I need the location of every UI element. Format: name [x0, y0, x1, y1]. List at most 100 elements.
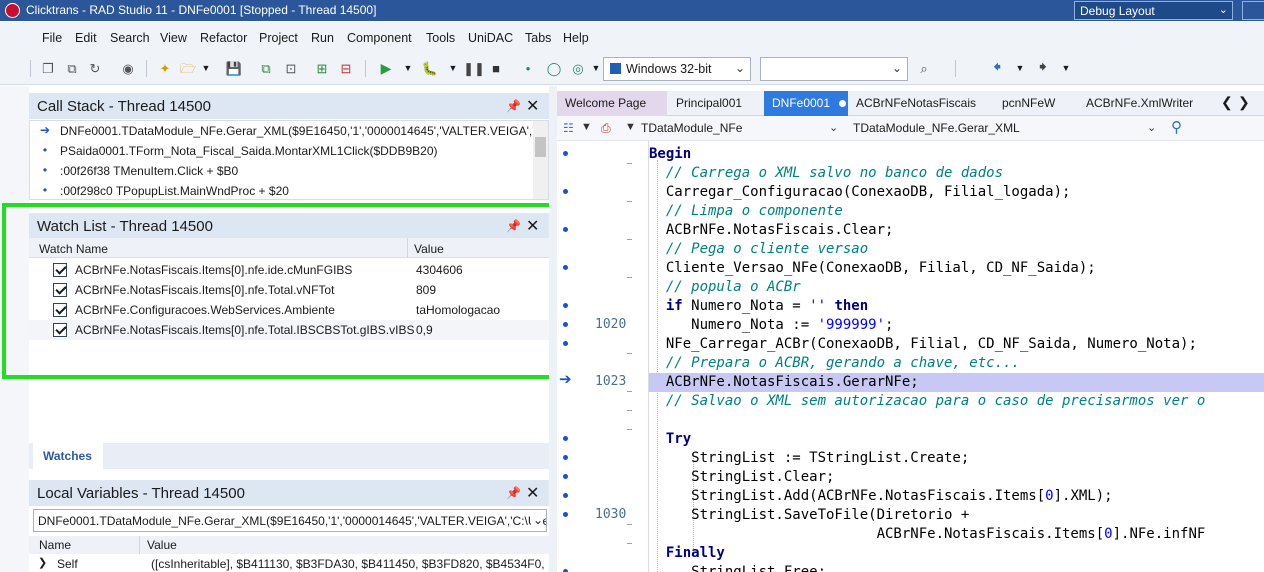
windows-icon[interactable]: ⧉	[64, 60, 80, 76]
back-arrow-icon[interactable]: 🠸	[989, 60, 1005, 76]
tab-welcome-page[interactable]: Welcome Page	[557, 91, 667, 116]
copy-icon[interactable]: ❐	[40, 60, 56, 76]
run-icon[interactable]: ▶	[378, 60, 394, 76]
tab-scroll-right-icon[interactable]: ❯	[1238, 94, 1250, 111]
tab-dnfe0001[interactable]: DNFe0001	[764, 91, 848, 116]
method-combo[interactable]: TDataModule_NFe.Gerar_XML	[853, 121, 1020, 135]
menu-component[interactable]: Component	[347, 31, 412, 45]
editor-gutter[interactable]: 1020 ➔ 1023 1030	[557, 141, 648, 572]
refresh-icon[interactable]: ↻	[87, 60, 103, 76]
watch-value-column[interactable]: Value	[414, 242, 444, 256]
breakpoint-dot-icon[interactable]	[563, 189, 568, 194]
call-stack-frame[interactable]: ➔ DNFe0001.TDataModule_NFe.Gerar_XML($9E…	[30, 121, 535, 141]
call-stack-frame[interactable]: • :00f26f38 TMenuItem.Click + $B0	[30, 161, 535, 181]
layout-combo[interactable]: Debug Layout ⌄	[1074, 1, 1233, 20]
chevron-down-icon[interactable]: ⌄	[829, 121, 838, 134]
watch-enabled-checkbox[interactable]	[53, 263, 67, 277]
chevron-down-icon[interactable]: ▼	[588, 60, 604, 76]
local-name-column[interactable]: Name	[39, 538, 71, 552]
watch-row[interactable]: ACBrNFe.NotasFiscais.Items[0].nfe.Total.…	[29, 280, 549, 300]
local-value-column[interactable]: Value	[147, 538, 177, 552]
code-editor[interactable]: Begin // Carrega o XML salvo no banco de…	[649, 141, 1264, 572]
breakpoint-dot-icon[interactable]	[563, 303, 568, 308]
watch-row[interactable]: ACBrNFe.Configuracoes.WebServices.Ambien…	[29, 300, 549, 320]
breakpoint-dot-icon[interactable]	[563, 265, 568, 270]
breakpoint-dot-icon[interactable]	[563, 151, 568, 156]
column-divider[interactable]	[407, 238, 408, 258]
scroll-thumb[interactable]	[535, 137, 546, 157]
open-folder-icon[interactable]: 🗁	[180, 60, 196, 76]
step-over-icon[interactable]: ◯	[546, 60, 562, 76]
menu-file[interactable]: File	[42, 31, 62, 45]
menu-unidac[interactable]: UniDAC	[468, 31, 513, 45]
tab-acbrnfenotasfiscais[interactable]: ACBrNFeNotasFiscais	[848, 91, 992, 116]
close-icon[interactable]: ✕	[526, 483, 539, 503]
menu-edit[interactable]: Edit	[75, 31, 97, 45]
menu-refactor[interactable]: Refactor	[200, 31, 247, 45]
chevron-down-icon[interactable]: ▼	[625, 121, 636, 133]
save-icon[interactable]: 💾	[226, 60, 242, 76]
panel-splitter[interactable]	[549, 86, 557, 572]
chevron-down-icon[interactable]: ▼	[445, 60, 461, 76]
forward-arrow-icon[interactable]: 🠺	[1035, 60, 1051, 76]
pin-icon[interactable]: 📌	[506, 486, 521, 500]
search-box[interactable]	[1242, 1, 1264, 20]
run-to-cursor-icon[interactable]: ◎	[570, 60, 586, 76]
watch-enabled-checkbox[interactable]	[53, 283, 67, 297]
expand-chevron-icon[interactable]: ❯	[38, 556, 47, 569]
menu-tabs[interactable]: Tabs	[525, 31, 551, 45]
tab-acbrnfe-xmlwriter[interactable]: ACBrNFe.XmlWriter	[1078, 91, 1208, 116]
new-file-icon[interactable]: ✦	[157, 60, 173, 76]
pin-icon[interactable]: 📌	[506, 219, 521, 233]
menu-run[interactable]: Run	[311, 31, 334, 45]
platform-combo[interactable]: Windows 32-bit ⌄	[603, 57, 751, 81]
chevron-down-icon[interactable]: ▼	[198, 60, 214, 76]
menu-help[interactable]: Help	[563, 31, 589, 45]
breakpoint-dot-icon[interactable]	[563, 322, 568, 327]
printer-icon[interactable]: ⎙	[601, 121, 611, 136]
structure-icon[interactable]: ☷	[563, 121, 574, 135]
menu-search[interactable]: Search	[110, 31, 150, 45]
breakpoint-dot-icon[interactable]	[563, 436, 568, 441]
add-file-icon[interactable]: ⊞	[314, 60, 330, 76]
pause-icon[interactable]: ❚❚	[463, 60, 485, 76]
save-all-icon[interactable]: ⧉	[258, 60, 274, 76]
watch-enabled-checkbox[interactable]	[53, 303, 67, 317]
watch-row[interactable]: ACBrNFe.NotasFiscais.Items[0].nfe.Total.…	[29, 320, 549, 340]
tab-pcnnfew[interactable]: pcnNFeW	[994, 91, 1078, 116]
watch-row[interactable]: ACBrNFe.NotasFiscais.Items[0].nfe.ide.cM…	[29, 260, 549, 280]
run-debug-icon[interactable]: 🐛	[422, 60, 438, 76]
menu-project[interactable]: Project	[259, 31, 298, 45]
stack-frame-combo[interactable]: DNFe0001.TDataModule_NFe.Gerar_XML($9E16…	[33, 509, 547, 532]
breakpoint-dot-icon[interactable]	[563, 227, 568, 232]
column-divider[interactable]	[139, 536, 140, 554]
tab-principal001[interactable]: Principal001	[668, 91, 763, 116]
find-in-files-icon[interactable]: ⌕	[916, 60, 932, 76]
search-icon[interactable]: ⚲	[1171, 118, 1182, 136]
local-variable-row[interactable]: ❯ Self ([csInheritable], $B411130, $B3FD…	[29, 555, 558, 572]
breakpoint-dot-icon[interactable]	[563, 493, 568, 498]
watch-name-column[interactable]: Watch Name	[39, 242, 108, 256]
chevron-down-icon[interactable]: ⌄	[1147, 121, 1156, 134]
breakpoint-dot-icon[interactable]	[563, 512, 568, 517]
tab-scroll-left-icon[interactable]: ❮	[1221, 94, 1233, 111]
class-combo[interactable]: TDataModule_NFe	[641, 121, 742, 135]
call-stack-frame[interactable]: • PSaida0001.TForm_Nota_Fiscal_Saida.Mon…	[30, 141, 535, 161]
menu-tools[interactable]: Tools	[426, 31, 455, 45]
pin-icon[interactable]: 📌	[506, 99, 521, 113]
close-icon[interactable]: ✕	[526, 96, 539, 116]
chevron-down-icon[interactable]: ▼	[1058, 60, 1074, 76]
configuration-combo[interactable]: ⌄	[760, 57, 908, 81]
breakpoint-dot-icon[interactable]	[563, 341, 568, 346]
breakpoint-dot-icon[interactable]	[563, 455, 568, 460]
print-icon[interactable]: ⊡	[283, 60, 299, 76]
close-icon[interactable]: ✕	[526, 216, 539, 236]
stop-icon[interactable]: ■	[488, 60, 504, 76]
app-icon[interactable]	[5, 3, 20, 18]
call-stack-scrollbar[interactable]	[533, 121, 548, 199]
breakpoint-dot-icon[interactable]	[563, 474, 568, 479]
gauge-icon[interactable]: ◉	[120, 60, 136, 76]
chevron-down-icon[interactable]: ▼	[400, 60, 416, 76]
remove-file-icon[interactable]: ⊟	[338, 60, 354, 76]
chevron-down-icon[interactable]: ▼	[581, 121, 592, 133]
